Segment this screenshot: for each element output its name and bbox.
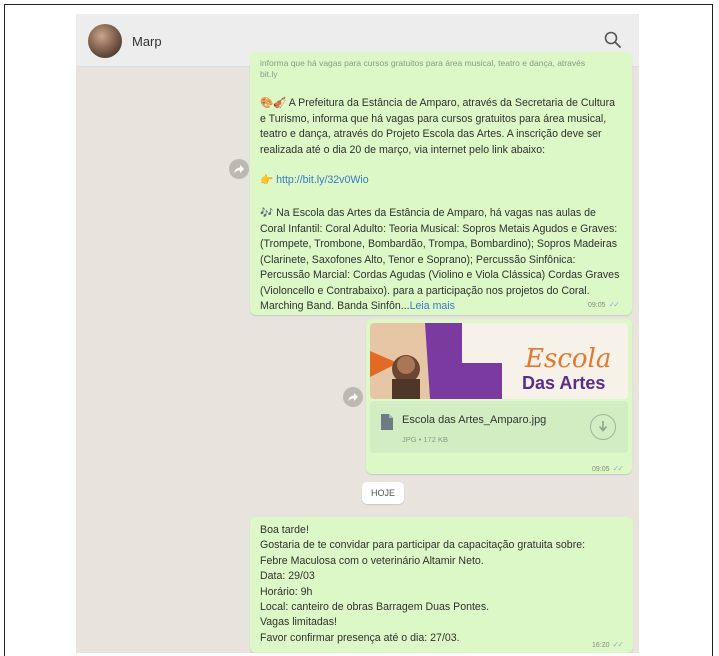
message-time: 09:05 ✓✓ bbox=[588, 300, 620, 309]
image-message-bubble: Escola Das Artes Escola das Artes_Amparo… bbox=[366, 319, 632, 474]
date-divider: HOJE bbox=[362, 482, 404, 504]
image-preview[interactable]: Escola Das Artes bbox=[370, 323, 628, 399]
pointing-hand-emoji: 👉 bbox=[260, 174, 274, 186]
message-text: 🎨🎻 A Prefeitura da Estância de Amparo, a… bbox=[260, 97, 615, 156]
escola-das-artes-image: Escola Das Artes bbox=[370, 323, 628, 399]
image-title-escola: Escola bbox=[524, 344, 611, 374]
file-icon bbox=[381, 414, 393, 430]
read-more-link[interactable]: Leia mais bbox=[410, 300, 455, 312]
download-arrow-icon bbox=[598, 421, 608, 432]
message-preview-text: informa que há vagas para cursos gratuit… bbox=[260, 58, 586, 79]
image-title-das-artes: Das Artes bbox=[522, 373, 605, 393]
search-icon[interactable] bbox=[603, 30, 623, 50]
chat-window: Marp informa que há vagas para cursos gr… bbox=[76, 14, 639, 653]
message-link[interactable]: http://bit.ly/32v0Wio bbox=[276, 174, 368, 186]
message-text: Boa tarde! Gostaria de te convidar para … bbox=[260, 524, 586, 644]
file-meta: JPG • 172 KB bbox=[402, 435, 448, 444]
message-bubble: Boa tarde! Gostaria de te convidar para … bbox=[250, 517, 633, 653]
file-attachment[interactable]: Escola das Artes_Amparo.jpg JPG • 172 KB bbox=[370, 401, 628, 453]
forward-icon[interactable] bbox=[229, 159, 249, 179]
message-time: 09:05 ✓✓ bbox=[592, 464, 624, 473]
message-link-row: 👉 http://bit.ly/32v0Wio bbox=[260, 173, 369, 189]
download-button[interactable] bbox=[590, 414, 616, 440]
file-name: Escola das Artes_Amparo.jpg bbox=[402, 414, 547, 426]
read-receipt-icon: ✓✓ bbox=[608, 300, 620, 309]
message-bubble: informa que há vagas para cursos gratuit… bbox=[250, 52, 632, 315]
music-note-emoji: 🎶 bbox=[260, 207, 274, 219]
read-receipt-icon: ✓✓ bbox=[612, 640, 624, 649]
message-time: 16:20 ✓✓ bbox=[592, 640, 624, 649]
message-text: 🎶 Na Escola das Artes da Estância de Amp… bbox=[260, 207, 620, 312]
contact-avatar[interactable] bbox=[88, 24, 122, 58]
contact-name[interactable]: Marp bbox=[132, 34, 162, 49]
forward-icon[interactable] bbox=[343, 387, 363, 407]
palette-emoji: 🎨🎻 bbox=[260, 97, 287, 109]
read-receipt-icon: ✓✓ bbox=[612, 464, 624, 473]
